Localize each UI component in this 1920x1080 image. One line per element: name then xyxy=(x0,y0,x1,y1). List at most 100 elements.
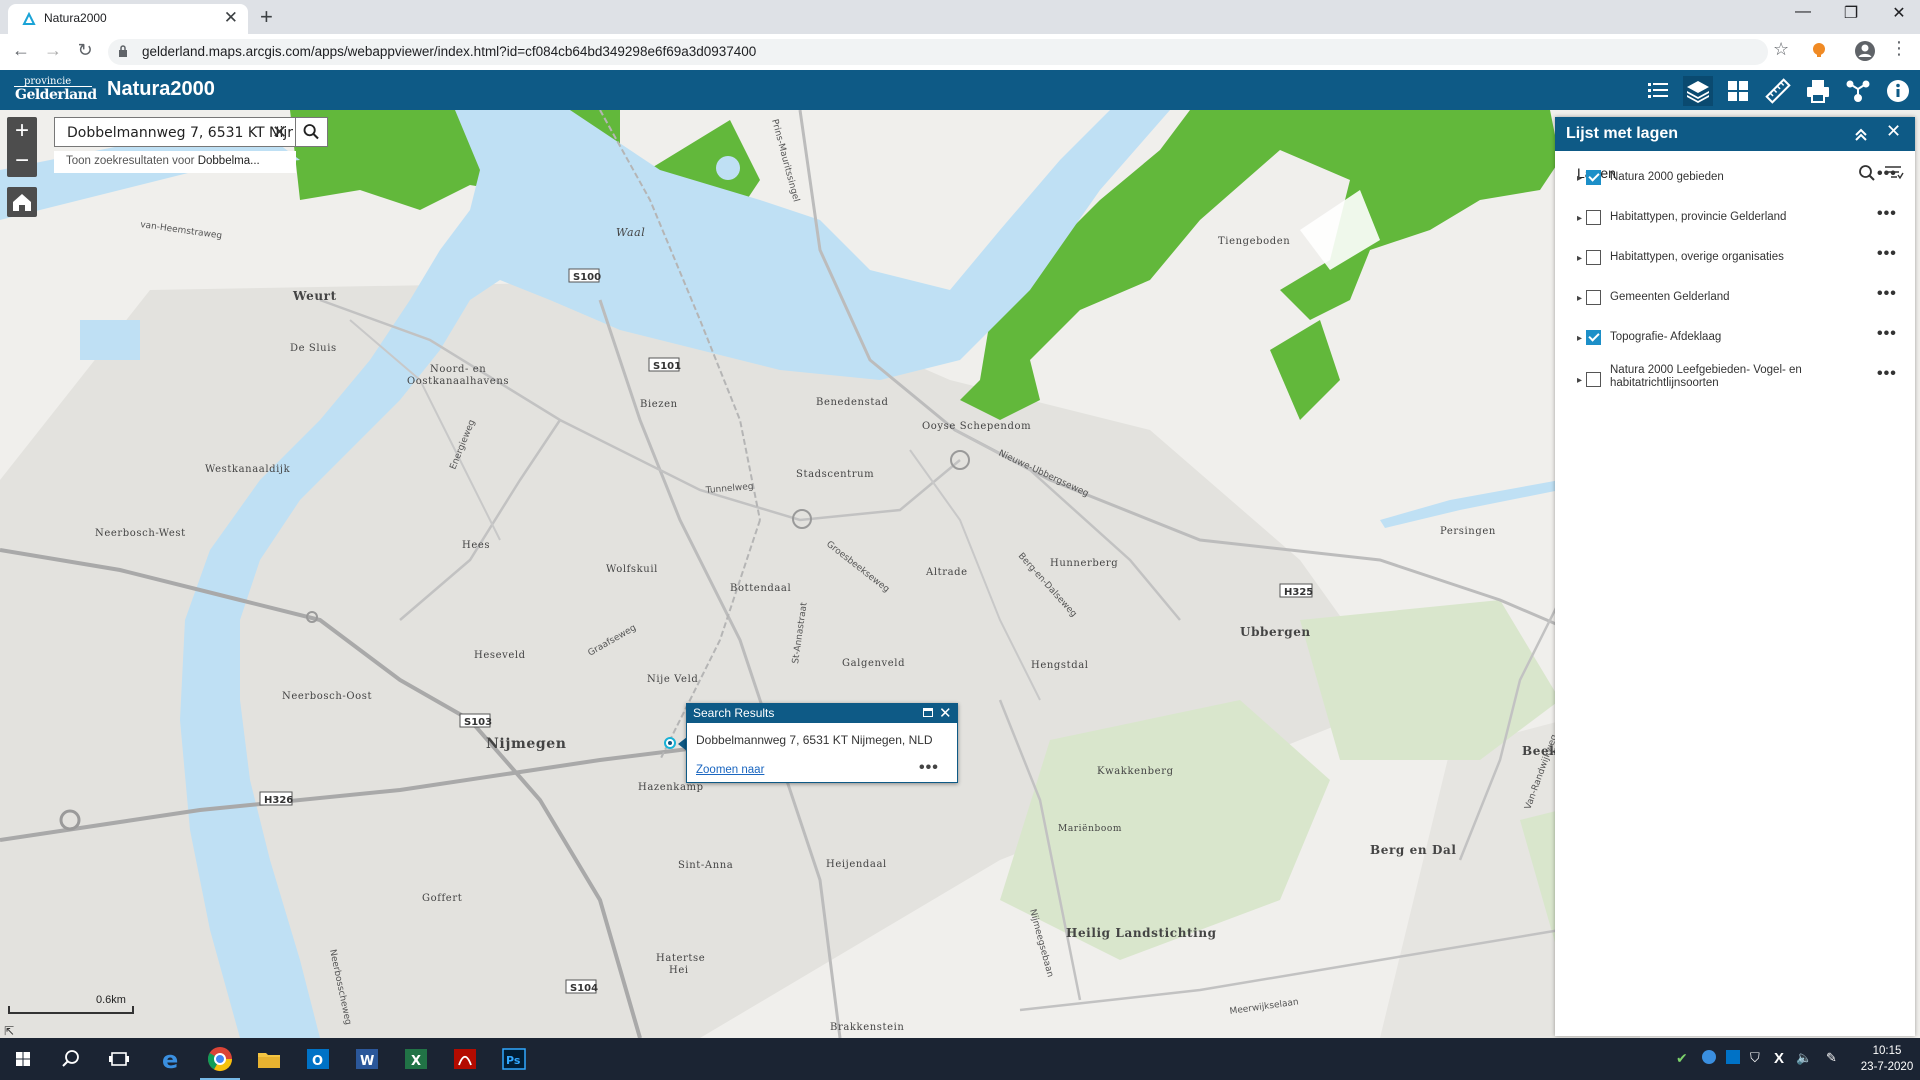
zoom-in-button[interactable]: + xyxy=(7,117,37,147)
road-badge: S101 xyxy=(653,361,681,372)
print-icon[interactable] xyxy=(1803,76,1833,106)
new-tab-button[interactable]: + xyxy=(260,4,273,30)
layer-checkbox[interactable] xyxy=(1586,210,1601,225)
search-input[interactable]: Dobbelmannweg 7, 6531 KT Nijr xyxy=(54,117,296,147)
excel-icon[interactable]: X xyxy=(401,1044,431,1074)
bookmark-star-icon[interactable]: ☆ xyxy=(1773,39,1789,60)
shield-tray-icon[interactable]: ⛉ xyxy=(1750,1050,1766,1066)
panel-close-icon[interactable]: ✕ xyxy=(1886,121,1901,142)
label-street: Meerwijkselaan xyxy=(1229,997,1299,1017)
tab-close-icon[interactable]: ✕ xyxy=(224,8,238,28)
expand-arrow-icon[interactable]: ▸ xyxy=(1577,213,1582,224)
list-icon[interactable] xyxy=(1643,76,1673,106)
task-view-icon[interactable] xyxy=(104,1044,134,1074)
minimize-button[interactable]: — xyxy=(1788,3,1818,21)
home-button[interactable] xyxy=(7,187,37,217)
expand-arrow-icon[interactable]: ▸ xyxy=(1577,253,1582,264)
layer-checkbox[interactable] xyxy=(1586,330,1601,345)
layer-more-icon[interactable]: ••• xyxy=(1877,245,1897,263)
collapse-icon[interactable] xyxy=(1853,126,1869,142)
system-clock[interactable]: 10:15 23-7-2020 xyxy=(1856,1043,1918,1075)
address-bar[interactable]: gelderland.maps.arcgis.com/apps/webappvi… xyxy=(108,39,1768,65)
search-suggestion[interactable]: Toon zoekresultaten voor Dobbelma... xyxy=(54,151,296,173)
profile-avatar-icon[interactable] xyxy=(1854,40,1876,62)
zoom-to-link[interactable]: Zoomen naar xyxy=(696,764,764,776)
search-button[interactable] xyxy=(296,117,328,147)
edge-icon[interactable]: e xyxy=(156,1044,186,1074)
expand-arrow-icon[interactable]: ▸ xyxy=(1577,293,1582,304)
measure-icon[interactable] xyxy=(1763,76,1793,106)
label-brakkenstein: Brakkenstein xyxy=(830,1022,904,1033)
search-result-marker[interactable] xyxy=(664,737,676,749)
layer-checkbox[interactable] xyxy=(1586,290,1601,305)
layer-label: Habitattypen, overige organisaties xyxy=(1610,251,1784,263)
layer-checkbox[interactable] xyxy=(1586,250,1601,265)
reload-icon[interactable]: ↻ xyxy=(72,40,98,61)
layer-row-gemeenten[interactable]: ▸ Gemeenten Gelderland ••• xyxy=(1555,285,1915,323)
popup-close-icon[interactable]: ✕ xyxy=(939,704,952,722)
layer-more-icon[interactable]: ••• xyxy=(1877,365,1897,383)
info-icon[interactable] xyxy=(1883,76,1913,106)
label-ooyse-schependom: Ooyse Schependom xyxy=(922,421,1031,432)
popup-more-icon[interactable]: ••• xyxy=(919,759,939,777)
label-street: Prins-Mauritssingel xyxy=(769,118,801,203)
zoom-out-button[interactable]: − xyxy=(7,147,37,177)
layer-more-icon[interactable]: ••• xyxy=(1877,285,1897,303)
start-icon[interactable] xyxy=(8,1044,38,1074)
checkmark-tray-icon[interactable]: ✔ xyxy=(1676,1050,1692,1066)
basemap-gallery-icon[interactable] xyxy=(1723,76,1753,106)
browser-menu-icon[interactable]: ⋮ xyxy=(1890,38,1908,59)
road-badge: H325 xyxy=(1284,587,1313,598)
layer-checkbox[interactable] xyxy=(1586,170,1601,185)
layer-row-topografie[interactable]: ▸ Topografie- Afdeklaag ••• xyxy=(1555,325,1915,363)
panel-title: Lijst met lagen xyxy=(1566,125,1679,142)
outlook-icon[interactable]: O xyxy=(303,1044,333,1074)
back-icon[interactable]: ← xyxy=(8,40,34,61)
svg-text:Ps: Ps xyxy=(506,1054,521,1067)
label-noord-en: Noord- en xyxy=(430,364,486,375)
clear-search-icon[interactable]: ✕ xyxy=(272,122,287,143)
file-explorer-icon[interactable] xyxy=(254,1044,284,1074)
sync-tray-icon[interactable] xyxy=(1702,1050,1716,1064)
volume-icon[interactable]: 🔈 xyxy=(1796,1050,1812,1066)
restore-button[interactable]: ❐ xyxy=(1836,3,1866,23)
label-weurt: Weurt xyxy=(292,289,337,303)
panel-header: Lijst met lagen ✕ xyxy=(1555,117,1915,151)
layer-row-habitattypen-overige[interactable]: ▸ Habitattypen, overige organisaties ••• xyxy=(1555,245,1915,283)
x-tray-icon[interactable]: X xyxy=(1774,1050,1790,1067)
layer-row-leefgebieden[interactable]: ▸ Natura 2000 Leefgebieden- Vogel- en ha… xyxy=(1555,364,1915,403)
layer-row-habitattypen-provincie[interactable]: ▸ Habitattypen, provincie Gelderland ••• xyxy=(1555,205,1915,243)
acrobat-icon[interactable] xyxy=(450,1044,480,1074)
layer-checkbox[interactable] xyxy=(1586,372,1601,387)
label-de-sluis: De Sluis xyxy=(290,343,337,354)
share-icon[interactable] xyxy=(1843,76,1873,106)
layer-more-icon[interactable]: ••• xyxy=(1877,165,1897,183)
outlook-tray-icon[interactable] xyxy=(1726,1050,1740,1064)
browser-tab[interactable]: Natura2000 ✕ xyxy=(8,4,248,34)
label-sint-anna: Sint-Anna xyxy=(678,860,733,871)
expand-arrow-icon[interactable]: ▸ xyxy=(1577,173,1582,184)
search-icon[interactable] xyxy=(56,1044,86,1074)
road-badge: H326 xyxy=(264,795,293,806)
label-persingen: Persingen xyxy=(1440,526,1496,537)
expand-arrow-icon[interactable]: ▸ xyxy=(1577,375,1582,386)
layers-icon[interactable] xyxy=(1683,76,1713,106)
forward-icon[interactable]: → xyxy=(40,40,66,61)
close-window-button[interactable]: ✕ xyxy=(1884,3,1914,23)
maximize-icon[interactable] xyxy=(923,708,933,717)
layer-more-icon[interactable]: ••• xyxy=(1877,205,1897,223)
label-benedenstad: Benedenstad xyxy=(816,397,889,408)
word-icon[interactable]: W xyxy=(352,1044,382,1074)
label-stadscentrum: Stadscentrum xyxy=(796,469,874,480)
popup-header: Search Results ✕ xyxy=(687,704,957,723)
extension-icon[interactable] xyxy=(1810,41,1828,59)
layer-list-panel: Lijst met lagen ✕ Lagen ▸ Natura 2000 ge… xyxy=(1555,117,1915,1036)
svg-text:O: O xyxy=(312,1054,323,1069)
pen-tray-icon[interactable]: ✎ xyxy=(1826,1050,1842,1066)
label-ubbergen: Ubbergen xyxy=(1240,625,1311,639)
photoshop-icon[interactable]: Ps xyxy=(499,1044,529,1074)
layer-row-natura2000[interactable]: ▸ Natura 2000 gebieden ••• xyxy=(1555,165,1915,203)
chrome-icon[interactable] xyxy=(205,1044,235,1074)
expand-arrow-icon[interactable]: ▸ xyxy=(1577,333,1582,344)
layer-more-icon[interactable]: ••• xyxy=(1877,325,1897,343)
